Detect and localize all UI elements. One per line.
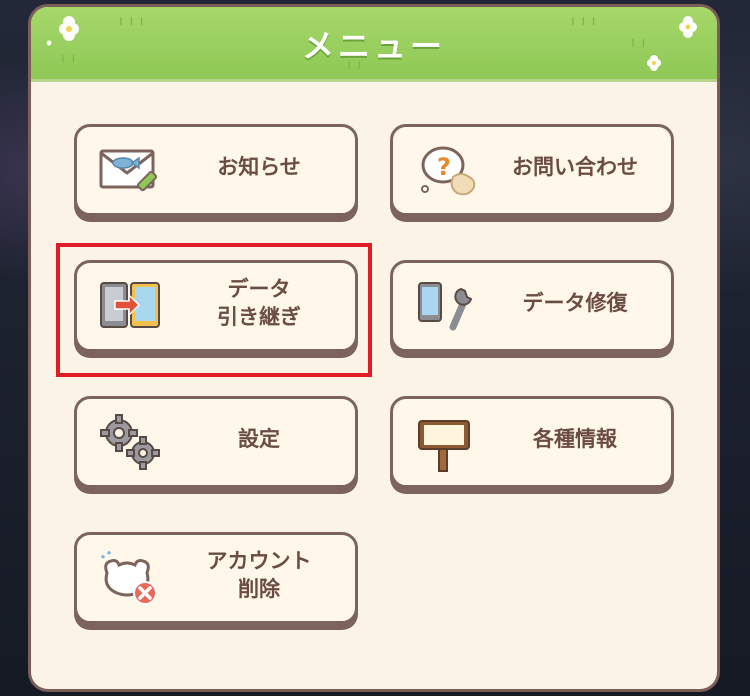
- signboard-icon: [418, 420, 470, 472]
- gears-icon: [100, 414, 160, 470]
- info-label: 各種情報: [533, 427, 617, 451]
- contact-label: お問い合わせ: [512, 155, 638, 179]
- data-transfer-button[interactable]: データ 引き継ぎ: [74, 260, 358, 352]
- info-button[interactable]: 各種情報: [390, 396, 674, 488]
- phone-transfer-icon: [100, 282, 160, 328]
- menu-title: メニュー: [301, 27, 446, 65]
- news-button[interactable]: お知らせ: [74, 124, 358, 216]
- account-delete-button[interactable]: アカウント 削除: [74, 532, 358, 624]
- account-delete-icon: [101, 551, 157, 605]
- contact-button[interactable]: ? お問い合わせ: [390, 124, 674, 216]
- question-bubble-icon: ?: [421, 146, 476, 196]
- settings-label: 設定: [238, 427, 280, 451]
- menu-header: ı ı ı ı ı ı ı ı ı ı ı ı メニュー: [31, 7, 717, 82]
- news-label: お知らせ: [217, 155, 301, 179]
- envelope-fish-icon: [99, 149, 158, 192]
- data-repair-label: データ修復: [522, 291, 628, 315]
- account-delete-label: アカウント 削除: [206, 549, 312, 601]
- phone-wrench-icon: [418, 282, 473, 331]
- data-repair-button[interactable]: データ修復: [390, 260, 674, 352]
- settings-button[interactable]: 設定: [74, 396, 358, 488]
- svg-text:?: ?: [437, 153, 451, 181]
- data-transfer-label: データ 引き継ぎ: [217, 277, 301, 329]
